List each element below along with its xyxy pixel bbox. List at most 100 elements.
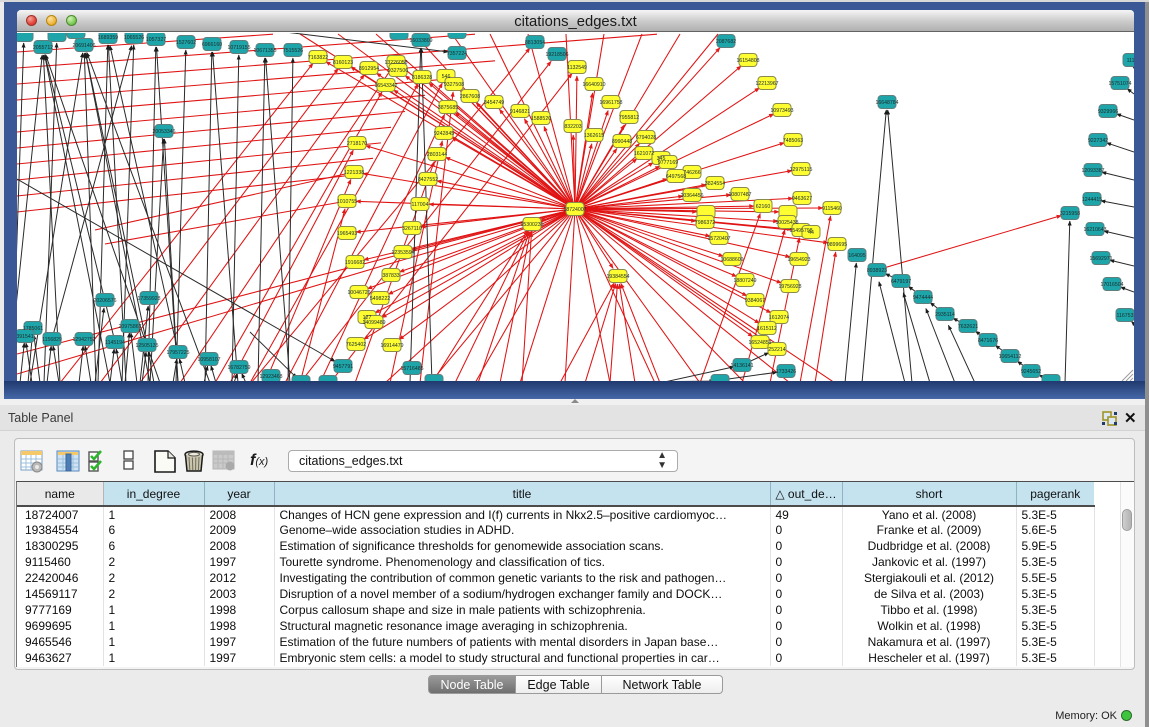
svg-text:5498222: 5498222 bbox=[370, 296, 390, 302]
svg-text:1132549: 1132549 bbox=[567, 65, 587, 71]
svg-text:3215958: 3215958 bbox=[1060, 211, 1080, 217]
svg-text:7357224: 7357224 bbox=[447, 51, 467, 57]
svg-text:387833: 387833 bbox=[382, 273, 399, 279]
svg-text:10719155: 10719155 bbox=[227, 45, 250, 51]
svg-text:10654112: 10654112 bbox=[999, 354, 1022, 360]
svg-text:1689359: 1689359 bbox=[98, 35, 118, 41]
svg-text:1733426: 1733426 bbox=[776, 369, 796, 375]
svg-text:6794028: 6794028 bbox=[636, 135, 656, 141]
svg-text:164095: 164095 bbox=[848, 253, 865, 259]
svg-text:19654923: 19654923 bbox=[787, 257, 810, 263]
svg-text:2087682: 2087682 bbox=[716, 39, 736, 45]
svg-text:9227342: 9227342 bbox=[1088, 138, 1108, 144]
svg-text:9245652: 9245652 bbox=[1021, 369, 1041, 375]
svg-text:10671355: 10671355 bbox=[253, 48, 276, 54]
svg-text:12353594: 12353594 bbox=[391, 250, 414, 256]
svg-text:10046726: 10046726 bbox=[347, 290, 370, 296]
svg-text:9329966: 9329966 bbox=[1098, 109, 1118, 115]
svg-text:20975867: 20975867 bbox=[118, 324, 141, 330]
svg-text:20691406: 20691406 bbox=[72, 43, 95, 49]
svg-text:7163822: 7163822 bbox=[308, 55, 328, 61]
svg-text:9146821: 9146821 bbox=[510, 109, 530, 115]
svg-text:2935114: 2935114 bbox=[935, 312, 955, 318]
svg-text:19384554: 19384554 bbox=[606, 274, 629, 280]
svg-text:117004: 117004 bbox=[412, 202, 429, 208]
svg-text:1615112: 1615112 bbox=[757, 326, 777, 332]
svg-text:14136141: 14136141 bbox=[730, 363, 753, 369]
svg-text:20206576: 20206576 bbox=[93, 298, 116, 304]
svg-text:1362615: 1362615 bbox=[584, 133, 604, 139]
svg-text:7986372: 7986372 bbox=[695, 220, 715, 226]
svg-text:16210643: 16210643 bbox=[1083, 227, 1106, 233]
svg-text:1221338: 1221338 bbox=[344, 170, 364, 176]
svg-text:12942757: 12942757 bbox=[72, 337, 95, 343]
svg-text:12213967: 12213967 bbox=[755, 81, 778, 87]
svg-text:16961758: 16961758 bbox=[599, 100, 622, 106]
svg-text:12093387: 12093387 bbox=[1081, 168, 1104, 174]
svg-text:19756928: 19756928 bbox=[778, 284, 801, 290]
svg-text:16543342: 16543342 bbox=[374, 83, 397, 89]
svg-text:9463627: 9463627 bbox=[792, 196, 812, 202]
svg-text:1010755: 1010755 bbox=[337, 199, 357, 205]
svg-text:20053346: 20053346 bbox=[152, 129, 175, 135]
svg-text:18724007: 18724007 bbox=[563, 207, 586, 213]
svg-text:1065526: 1065526 bbox=[124, 35, 144, 41]
svg-text:1612074: 1612074 bbox=[769, 315, 789, 321]
svg-text:3267110: 3267110 bbox=[402, 226, 422, 232]
svg-text:20364456: 20364456 bbox=[680, 193, 703, 199]
svg-text:9474444: 9474444 bbox=[913, 295, 933, 301]
svg-text:6479197: 6479197 bbox=[891, 279, 911, 285]
svg-text:546: 546 bbox=[442, 74, 451, 80]
svg-text:6497568: 6497568 bbox=[666, 174, 686, 180]
svg-text:8427552: 8427552 bbox=[418, 177, 438, 183]
svg-text:1621072: 1621072 bbox=[634, 151, 654, 157]
svg-text:6966160: 6966160 bbox=[202, 42, 222, 48]
svg-text:1916682: 1916682 bbox=[345, 260, 365, 266]
svg-text:8990448: 8990448 bbox=[612, 139, 632, 145]
svg-text:7485063: 7485063 bbox=[783, 138, 803, 144]
svg-text:10688609: 10688609 bbox=[720, 257, 743, 263]
svg-text:1112: 1112 bbox=[1127, 58, 1134, 64]
svg-text:1057327: 1057327 bbox=[146, 37, 166, 43]
svg-text:7955812: 7955812 bbox=[619, 115, 639, 121]
svg-text:18807249: 18807249 bbox=[733, 278, 756, 284]
svg-text:15720407: 15720407 bbox=[707, 236, 730, 242]
svg-text:1785061: 1785061 bbox=[23, 326, 43, 332]
svg-text:16648784: 16648784 bbox=[875, 100, 898, 106]
svg-text:832203: 832203 bbox=[564, 124, 581, 130]
svg-text:19218506: 19218506 bbox=[545, 52, 568, 58]
svg-text:15716485: 15716485 bbox=[400, 366, 423, 372]
svg-text:9457791: 9457791 bbox=[333, 364, 353, 370]
svg-text:9327508: 9327508 bbox=[444, 82, 464, 88]
svg-text:7515526: 7515526 bbox=[283, 48, 303, 54]
svg-text:3875685: 3875685 bbox=[438, 105, 458, 111]
svg-text:16914479: 16914479 bbox=[380, 343, 403, 349]
svg-text:1965493: 1965493 bbox=[337, 231, 357, 237]
svg-text:1145194: 1145194 bbox=[105, 340, 125, 346]
svg-text:2055712: 2055712 bbox=[33, 45, 53, 51]
svg-text:1527602: 1527602 bbox=[176, 40, 196, 46]
svg-text:2867608: 2867608 bbox=[460, 94, 480, 100]
svg-text:3824554: 3824554 bbox=[705, 181, 725, 187]
svg-text:1156829: 1156829 bbox=[42, 337, 62, 343]
svg-text:8186328: 8186328 bbox=[412, 75, 432, 81]
svg-text:16033809: 16033809 bbox=[409, 38, 432, 44]
svg-text:17957225: 17957225 bbox=[166, 350, 189, 356]
svg-text:0899695: 0899695 bbox=[827, 242, 847, 248]
svg-text:12923468: 12923468 bbox=[259, 374, 282, 380]
svg-text:14099489: 14099489 bbox=[362, 320, 385, 326]
svg-text:9327506: 9327506 bbox=[388, 68, 408, 74]
svg-text:10958107: 10958107 bbox=[197, 357, 220, 363]
svg-text:17016504: 17016504 bbox=[1100, 282, 1123, 288]
svg-text:8813054: 8813054 bbox=[525, 40, 545, 46]
svg-text:62160: 62160 bbox=[756, 204, 771, 210]
svg-text:8160123: 8160123 bbox=[333, 60, 353, 66]
svg-text:8471676: 8471676 bbox=[978, 338, 998, 344]
svg-text:10973493: 10973493 bbox=[770, 108, 793, 114]
svg-text:15751074: 15751074 bbox=[1108, 81, 1131, 87]
svg-text:9384067: 9384067 bbox=[745, 298, 765, 304]
svg-text:12975115: 12975115 bbox=[790, 167, 813, 173]
svg-text:15692971: 15692971 bbox=[1089, 256, 1112, 262]
svg-text:17359928: 17359928 bbox=[137, 296, 160, 302]
svg-text:2718170: 2718170 bbox=[347, 141, 367, 147]
